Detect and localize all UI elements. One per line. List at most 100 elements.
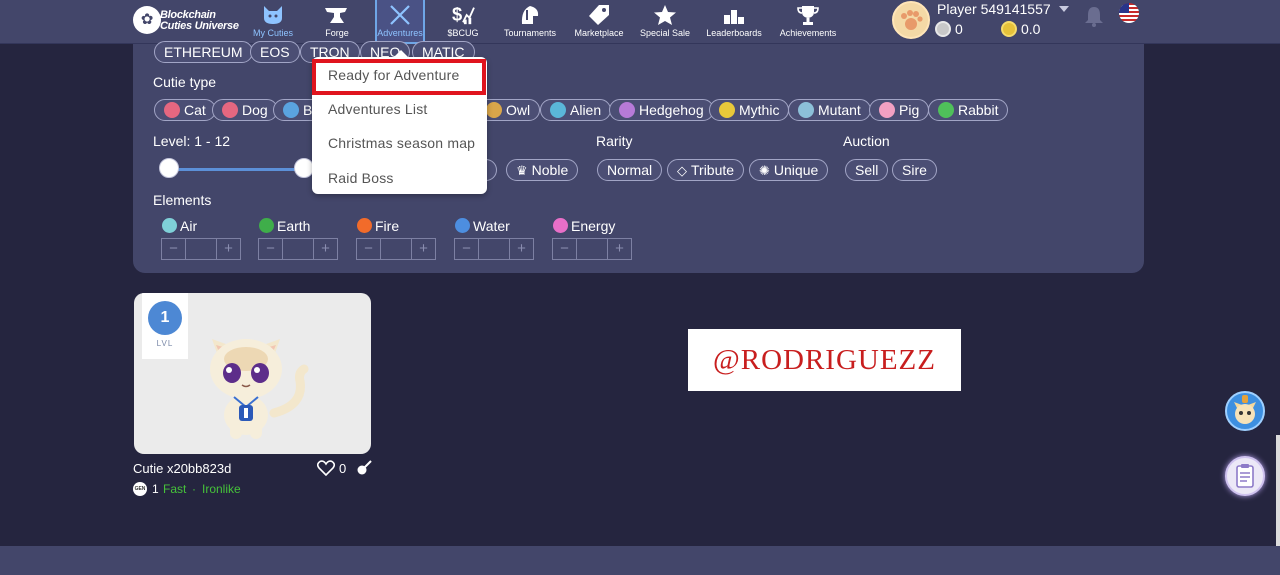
podium-icon [724,10,744,24]
nav-achievements[interactable]: Achievements [778,0,838,44]
cutie-cat-image [210,339,309,439]
help-cat-icon [1234,395,1256,424]
stepper-plus-button[interactable]: + [510,239,533,259]
level-slider-min-handle[interactable] [159,158,179,178]
stepper-minus-button[interactable]: − [162,239,185,259]
rarity-chip-unique[interactable]: ✺ Unique [749,159,829,181]
type-chip-cat[interactable]: Cat [154,99,216,121]
logo[interactable]: ✿ Blockchain Cuties Universe [133,5,239,37]
heart-icon[interactable] [317,460,335,476]
nav-special-sale[interactable]: Special Sale [639,0,691,44]
scrollbar[interactable] [1276,435,1280,546]
level-slider-max-handle[interactable] [294,158,314,178]
element-fire-stepper[interactable]: − + [356,238,436,260]
nav-label: Special Sale [639,28,691,38]
nav-my-cuties[interactable]: My Cuties [253,0,293,44]
element-energy-stepper[interactable]: − + [552,238,632,260]
nav-bcug[interactable]: $ $BCUG [446,0,480,44]
rarity-chip-tribute[interactable]: ◇ Tribute [667,159,745,181]
element-air-stepper[interactable]: − + [161,238,241,260]
type-chip-mutant[interactable]: Mutant [788,99,871,121]
type-chip-dog[interactable]: Dog [212,99,278,121]
level-slider-track[interactable] [168,168,308,171]
chip-label: EOS [260,44,290,60]
rarity-label: Rarity [596,133,633,149]
stepper-value-input[interactable] [478,239,510,259]
nav-forge[interactable]: Forge [320,0,354,44]
chip-label: Alien [570,102,602,118]
stepper-plus-button[interactable]: + [217,239,240,259]
bell-icon[interactable] [1084,5,1104,27]
nav-label: $BCUG [447,28,479,38]
trophy-icon [797,6,819,25]
type-chip-pig[interactable]: Pig [869,99,930,121]
stepper-minus-button[interactable]: − [455,239,478,259]
elements-label: Elements [153,192,212,208]
generation-value: 1 [152,482,159,496]
type-chip-hedgehog[interactable]: Hedgehog [609,99,714,121]
menu-item-christmas-season-map[interactable]: Christmas season map [328,135,475,151]
highlight-box [312,59,486,95]
alien-icon [550,102,566,118]
nav-marketplace[interactable]: Marketplace [573,0,625,44]
chip-label: Noble [531,162,569,178]
type-chip-mythic[interactable]: Mythic [709,99,790,121]
element-air-label: Air [162,218,197,234]
stepper-minus-button[interactable]: − [553,239,576,259]
guitar-icon[interactable] [356,460,372,476]
chip-label: Sire [902,162,927,178]
owl-icon [486,102,502,118]
quest-list-button[interactable] [1225,456,1265,496]
cutie-name[interactable]: Cutie x20bb823d [133,461,231,476]
element-earth-stepper[interactable]: − + [258,238,338,260]
us-flag-icon[interactable] [1119,3,1139,23]
type-chip-rabbit[interactable]: Rabbit [928,99,1009,121]
chip-label: Dog [242,102,268,118]
stepper-plus-button[interactable]: + [314,239,337,259]
help-cat-button[interactable] [1225,391,1265,431]
chain-chip-ethereum[interactable]: ETHEREUM [154,41,253,63]
menu-item-adventures-list[interactable]: Adventures List [328,101,428,117]
pig-icon [879,102,895,118]
mutant-icon [798,102,814,118]
trait-ironlike: Ironlike [202,482,241,496]
player-avatar[interactable] [892,1,930,39]
stepper-plus-button[interactable]: + [608,239,631,259]
auction-chip-sire[interactable]: Sire [892,159,937,181]
element-energy-label: Energy [553,218,615,234]
rarity-chip-noble[interactable]: ♛ Noble [506,159,579,181]
silver-coin-icon [935,21,951,37]
svg-text:$: $ [452,4,462,25]
nav-tournaments[interactable]: Tournaments [502,0,558,44]
stepper-value-input[interactable] [576,239,608,259]
logo-cat-icon: ✿ [133,6,161,34]
chip-label: Rabbit [958,102,999,118]
stepper-value-input[interactable] [185,239,217,259]
rabbit-icon [938,102,954,118]
stepper-minus-button[interactable]: − [259,239,282,259]
chip-label: Cat [184,102,206,118]
stepper-value-input[interactable] [282,239,314,259]
stepper-plus-button[interactable]: + [412,239,435,259]
generation-badge-icon: GEN [133,482,147,496]
stepper-minus-button[interactable]: − [357,239,380,259]
nav-leaderboards[interactable]: Leaderboards [705,0,763,44]
level-number: 1 [148,301,182,335]
profile-menu-caret-icon[interactable] [1059,6,1069,12]
cat-face-icon [264,6,282,24]
element-water-stepper[interactable]: − + [454,238,534,260]
trait-fast: Fast [163,482,187,496]
stepper-value-input[interactable] [380,239,412,259]
cutie-card[interactable]: 1 LVL [134,293,371,454]
menu-item-raid-boss[interactable]: Raid Boss [328,170,394,186]
rarity-chip-normal[interactable]: Normal [597,159,663,181]
type-chip-alien[interactable]: Alien [540,99,612,121]
player-name[interactable]: Player 549141557 [937,1,1051,17]
star-icon [654,5,676,25]
chip-label: Sell [855,162,879,178]
chain-chip-eos[interactable]: EOS [250,41,300,63]
auction-chip-sell[interactable]: Sell [845,159,889,181]
chip-label: Owl [506,102,531,118]
nav-adventures[interactable]: Adventures [375,0,425,44]
logo-line-2: Cuties Universe [160,20,239,32]
